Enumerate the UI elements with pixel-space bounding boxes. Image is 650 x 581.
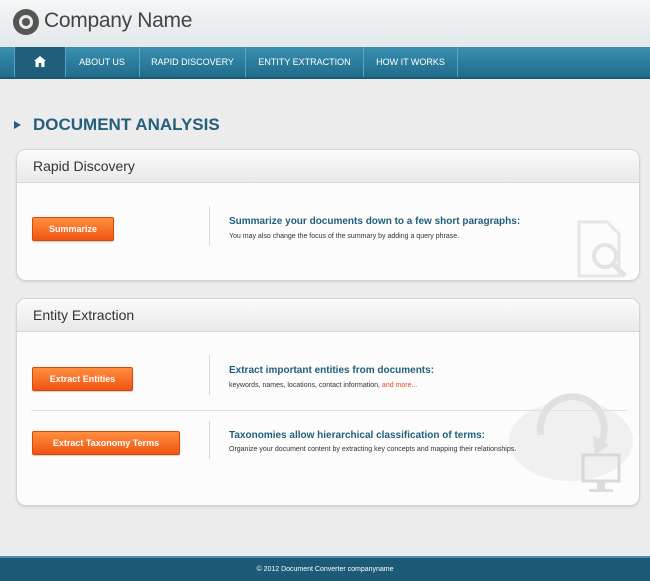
and-more-link[interactable]: and more... bbox=[382, 382, 417, 389]
row-divider bbox=[31, 410, 627, 411]
summarize-button[interactable]: Summarize bbox=[32, 217, 114, 241]
nav-about-us[interactable]: ABOUT US bbox=[65, 47, 140, 77]
panel-header: Rapid Discovery bbox=[17, 150, 639, 183]
extract-taxonomy-terms-button[interactable]: Extract Taxonomy Terms bbox=[32, 431, 180, 455]
extract-entities-description: keywords, names, locations, contact info… bbox=[229, 382, 417, 389]
footer: © 2012 Document Converter companyname bbox=[0, 556, 650, 581]
title-arrow-icon bbox=[14, 121, 21, 129]
divider bbox=[209, 206, 210, 246]
divider bbox=[209, 355, 210, 395]
panel-header: Entity Extraction bbox=[17, 299, 639, 332]
nav-home[interactable] bbox=[14, 47, 66, 77]
extract-entities-text: keywords, names, locations, contact info… bbox=[229, 382, 380, 389]
nav-rapid-discovery[interactable]: RAPID DISCOVERY bbox=[140, 47, 246, 77]
nav-how-it-works[interactable]: HOW IT WORKS bbox=[364, 47, 458, 77]
taxonomy-description: Organize your document content by extrac… bbox=[229, 446, 517, 453]
page-title: DOCUMENT ANALYSIS bbox=[33, 115, 220, 134]
cloud-sync-icon bbox=[509, 393, 633, 492]
panel-title: Entity Extraction bbox=[33, 307, 135, 323]
rapid-discovery-panel: Rapid Discovery Summarize Summarize your… bbox=[16, 149, 640, 281]
header: Company Name bbox=[0, 0, 650, 47]
panel-title: Rapid Discovery bbox=[33, 158, 135, 174]
extract-entities-headline: Extract important entities from document… bbox=[229, 365, 435, 376]
summarize-headline: Summarize your documents down to a few s… bbox=[229, 216, 521, 227]
nav-entity-extraction[interactable]: ENTITY EXTRACTION bbox=[246, 47, 364, 77]
extract-entities-button[interactable]: Extract Entities bbox=[32, 367, 133, 391]
document-search-icon bbox=[577, 220, 627, 278]
entity-extraction-panel: Entity Extraction Extract Entities Extra… bbox=[16, 298, 640, 506]
main-nav: ABOUT US RAPID DISCOVERY ENTITY EXTRACTI… bbox=[0, 47, 650, 79]
taxonomy-headline: Taxonomies allow hierarchical classifica… bbox=[229, 430, 486, 441]
company-name[interactable]: Company Name bbox=[44, 9, 192, 33]
home-icon bbox=[34, 56, 46, 67]
logo-dot bbox=[22, 18, 30, 26]
summarize-description: You may also change the focus of the sum… bbox=[229, 233, 460, 240]
divider bbox=[209, 421, 210, 459]
